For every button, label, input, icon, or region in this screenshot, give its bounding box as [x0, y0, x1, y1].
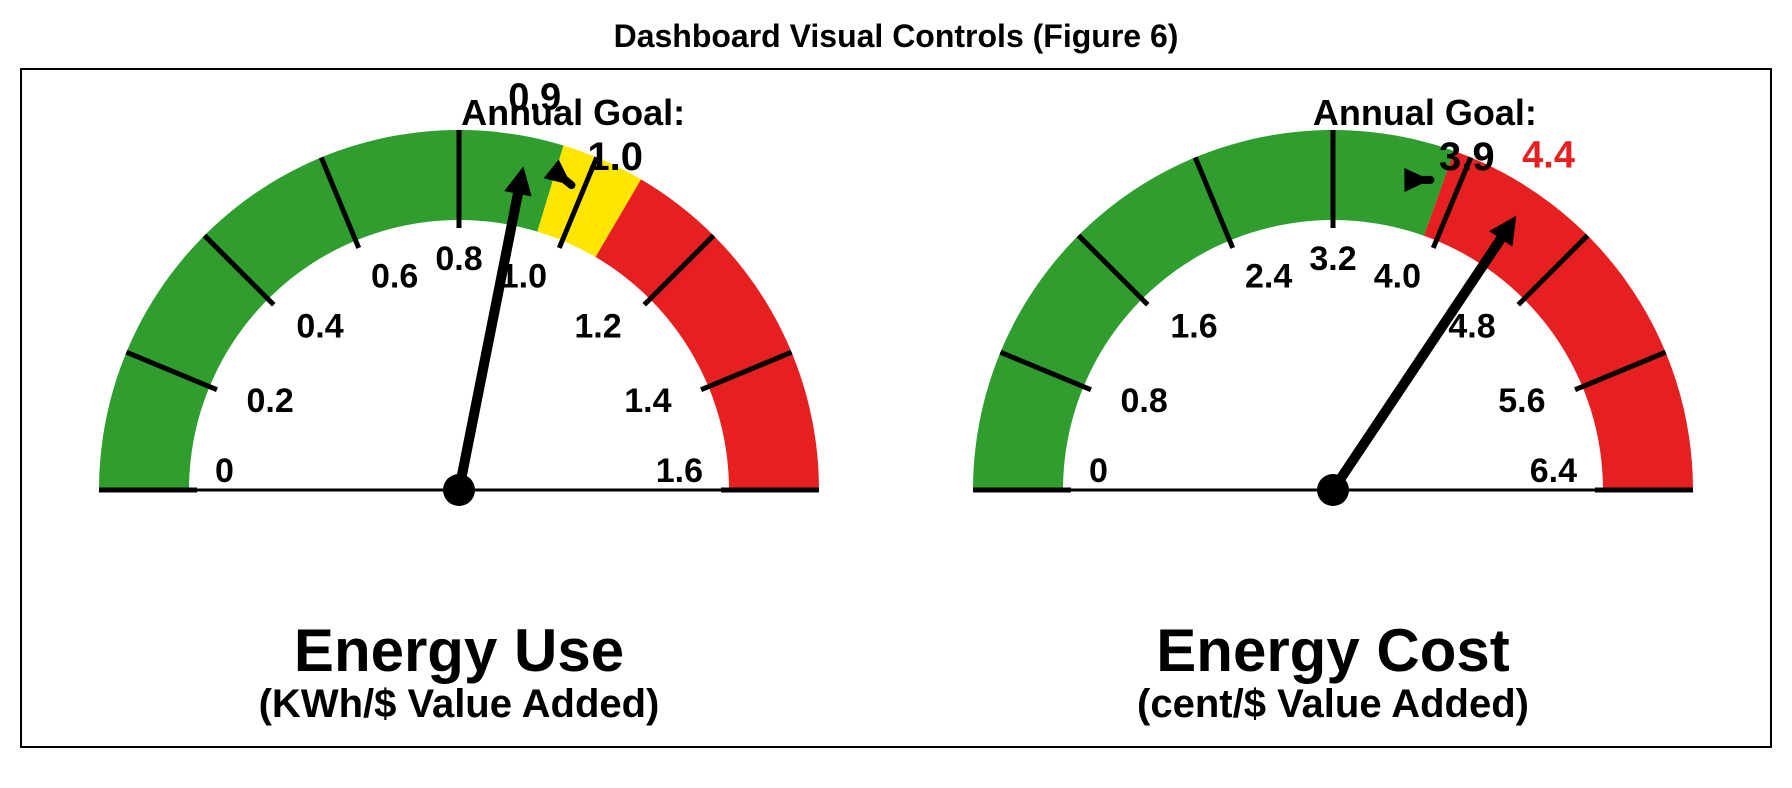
gauge-energy-cost: 00.81.62.43.24.04.85.66.44.4Annual Goal:… [896, 70, 1770, 746]
gauge-tick-label: 1.6 [1170, 307, 1217, 345]
gauge-needle [459, 194, 518, 490]
gauge-zone [596, 179, 819, 490]
gauge-svg-energy-cost: 00.81.62.43.24.04.85.66.44.4Annual Goal:… [923, 70, 1743, 530]
gauge-tick-label: 0.2 [247, 382, 294, 420]
gauge-tick-label: 1.6 [656, 452, 703, 490]
gauge-caption-energy-use: Energy Use (KWh/$ Value Added) [22, 619, 896, 726]
figure-root: Dashboard Visual Controls (Figure 6) 0 0.… [0, 0, 1792, 788]
annual-goal-value: 3.9 [1439, 135, 1495, 179]
gauge-tick-label: 5.6 [1498, 382, 1545, 420]
gauge-tick-label: 0.8 [1121, 382, 1168, 420]
gauge-unit: (KWh/$ Value Added) [22, 682, 896, 726]
gauge-caption-energy-cost: Energy Cost (cent/$ Value Added) [896, 619, 1770, 726]
gauge-tick-label: 0 [1089, 452, 1108, 490]
gauge-title: Energy Cost [896, 619, 1770, 682]
gauge-tick-label: 1.4 [624, 382, 671, 420]
figure-title: Dashboard Visual Controls (Figure 6) [0, 0, 1792, 65]
gauge-tick-label: 1.2 [574, 307, 621, 345]
gauge-tick-label: 0 [215, 452, 234, 490]
annual-goal-label: Annual Goal: [461, 92, 685, 133]
figure-frame: 00.20.40.60.81.01.21.41.60.9Annual Goal:… [20, 68, 1772, 748]
gauge-tick-label: 3.2 [1309, 240, 1356, 278]
gauge-tick-label: 2.4 [1245, 258, 1292, 296]
gauge-tick-label: 0.6 [371, 258, 418, 296]
gauge-hub [443, 474, 475, 506]
gauge-hub [1317, 474, 1349, 506]
gauge-tick-label: 0.8 [435, 240, 482, 278]
gauge-title: Energy Use [22, 619, 896, 682]
gauge-energy-use: 00.20.40.60.81.01.21.41.60.9Annual Goal:… [22, 70, 896, 746]
annual-goal-value: 1.0 [587, 135, 643, 179]
gauge-tick-label: 0.4 [296, 307, 343, 345]
gauge-svg-energy-use: 00.20.40.60.81.01.21.41.60.9Annual Goal:… [49, 70, 869, 530]
gauge-tick-label: 6.4 [1530, 452, 1577, 490]
gauges-row: 00.20.40.60.81.01.21.41.60.9Annual Goal:… [22, 70, 1770, 746]
gauge-tick-label: 4.0 [1374, 258, 1421, 296]
annual-goal-label: Annual Goal: [1313, 92, 1537, 133]
gauge-unit: (cent/$ Value Added) [896, 682, 1770, 726]
gauge-value-label: 4.4 [1522, 134, 1575, 176]
